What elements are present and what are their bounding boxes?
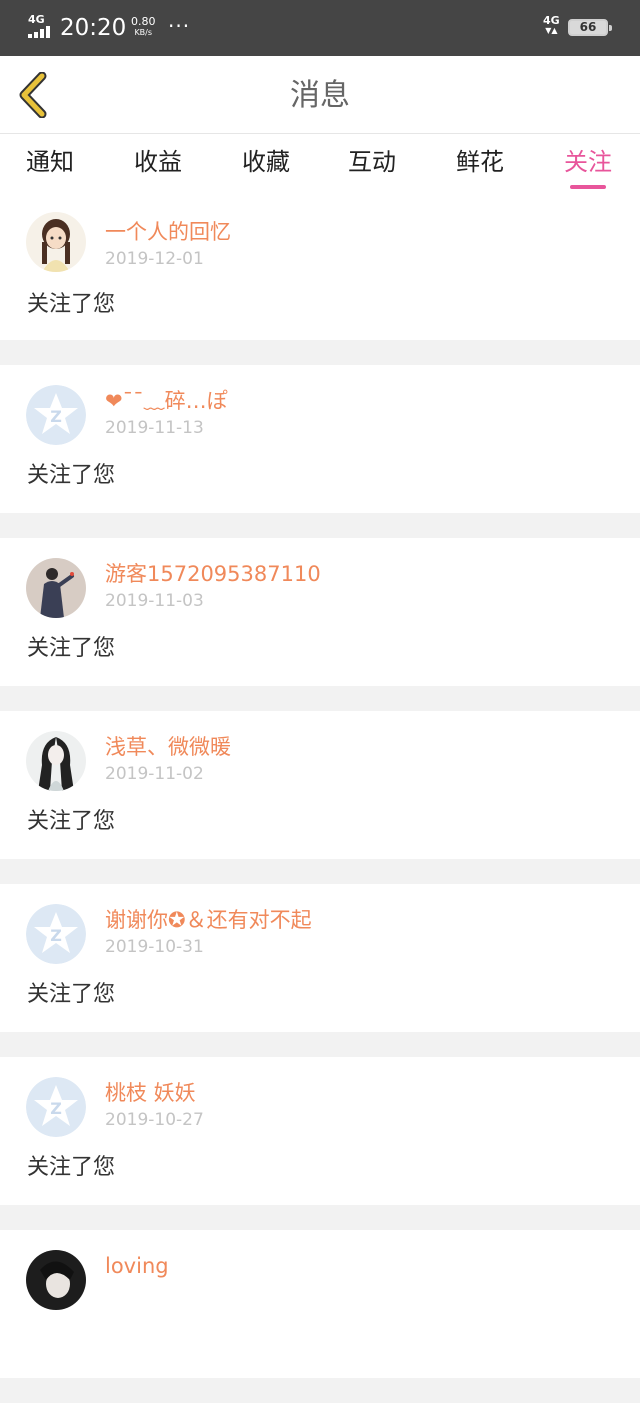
- avatar[interactable]: Z: [26, 385, 86, 445]
- default-avatar-icon: Z: [26, 385, 86, 445]
- list-item[interactable]: Z 谢谢你✪＆还有对不起 2019-10-31 关注了您: [0, 884, 640, 1032]
- username[interactable]: ❤ˉˉ﹏碎…ぽ: [105, 387, 228, 415]
- girl-portrait-icon: [26, 212, 86, 272]
- list-item[interactable]: loving: [0, 1230, 640, 1378]
- signal-icon: [28, 26, 54, 38]
- list-item[interactable]: 浅草、微微暖 2019-11-02 关注了您: [0, 711, 640, 859]
- battery-icon: 66: [568, 19, 612, 36]
- svg-text:Z: Z: [50, 1099, 62, 1118]
- active-tab-indicator: [570, 185, 606, 189]
- tab-bar: 通知 收益 收藏 互动 鲜花 关注: [0, 134, 640, 194]
- list-item[interactable]: Z ❤ˉˉ﹏碎…ぽ 2019-11-13 关注了您: [0, 365, 640, 513]
- list-item[interactable]: 一个人的回忆 2019-12-01 关注了您: [0, 194, 640, 340]
- tab-favorites[interactable]: 收藏: [242, 146, 290, 178]
- default-avatar-icon: Z: [26, 904, 86, 964]
- avatar[interactable]: Z: [26, 904, 86, 964]
- timestamp: 2019-11-13: [105, 418, 204, 438]
- tab-earnings[interactable]: 收益: [134, 146, 182, 178]
- list-item[interactable]: 游客1572095387110 2019-11-03 关注了您: [0, 538, 640, 686]
- list-item[interactable]: Z 桃枝 妖妖 2019-10-27 关注了您: [0, 1057, 640, 1205]
- action-text: 关注了您: [27, 982, 116, 1007]
- network-indicator: 4G ▼▲: [543, 15, 560, 35]
- username[interactable]: 一个人的回忆: [105, 218, 231, 246]
- dark-portrait-icon: [26, 1250, 86, 1310]
- avatar[interactable]: [26, 1250, 86, 1310]
- tab-follow[interactable]: 关注: [564, 146, 612, 178]
- action-text: 关注了您: [27, 1155, 116, 1180]
- timestamp: 2019-11-03: [105, 591, 204, 611]
- network-speed: 0.80 KB/s: [131, 16, 156, 38]
- avatar[interactable]: Z: [26, 1077, 86, 1137]
- speed-unit: KB/s: [134, 28, 153, 37]
- tab-notice[interactable]: 通知: [26, 146, 74, 178]
- avatar[interactable]: [26, 212, 86, 272]
- action-text: 关注了您: [27, 809, 116, 834]
- timestamp: 2019-10-27: [105, 1110, 204, 1130]
- timestamp: 2019-12-01: [105, 249, 204, 269]
- more-icon: ···: [168, 14, 191, 38]
- tab-flowers[interactable]: 鲜花: [456, 146, 504, 178]
- timestamp: 2019-10-31: [105, 937, 204, 957]
- avatar[interactable]: [26, 731, 86, 791]
- username[interactable]: 谢谢你✪＆还有对不起: [105, 906, 312, 934]
- network-type: 4G: [28, 13, 45, 26]
- notification-list: 一个人的回忆 2019-12-01 关注了您 Z ❤ˉˉ﹏碎…ぽ 2019-11…: [0, 194, 640, 1403]
- action-text: 关注了您: [27, 463, 116, 488]
- clock: 20:20: [60, 15, 127, 41]
- default-avatar-icon: Z: [26, 1077, 86, 1137]
- svg-text:Z: Z: [50, 407, 62, 426]
- action-text: 关注了您: [27, 292, 116, 317]
- username[interactable]: 桃枝 妖妖: [105, 1079, 196, 1107]
- person-photo-icon: [26, 558, 86, 618]
- ink-portrait-icon: [26, 731, 86, 791]
- app-header: 消息: [0, 56, 640, 134]
- data-arrows-icon: ▼▲: [545, 26, 558, 35]
- status-bar: 4G 20:20 0.80 KB/s ··· 4G ▼▲ 66: [0, 0, 640, 56]
- action-text: 关注了您: [27, 636, 116, 661]
- tab-interaction[interactable]: 互动: [348, 146, 396, 178]
- avatar[interactable]: [26, 558, 86, 618]
- timestamp: 2019-11-02: [105, 764, 204, 784]
- page-title: 消息: [290, 78, 350, 113]
- username[interactable]: 游客1572095387110: [105, 560, 321, 588]
- username[interactable]: 浅草、微微暖: [105, 733, 231, 761]
- svg-text:Z: Z: [50, 926, 62, 945]
